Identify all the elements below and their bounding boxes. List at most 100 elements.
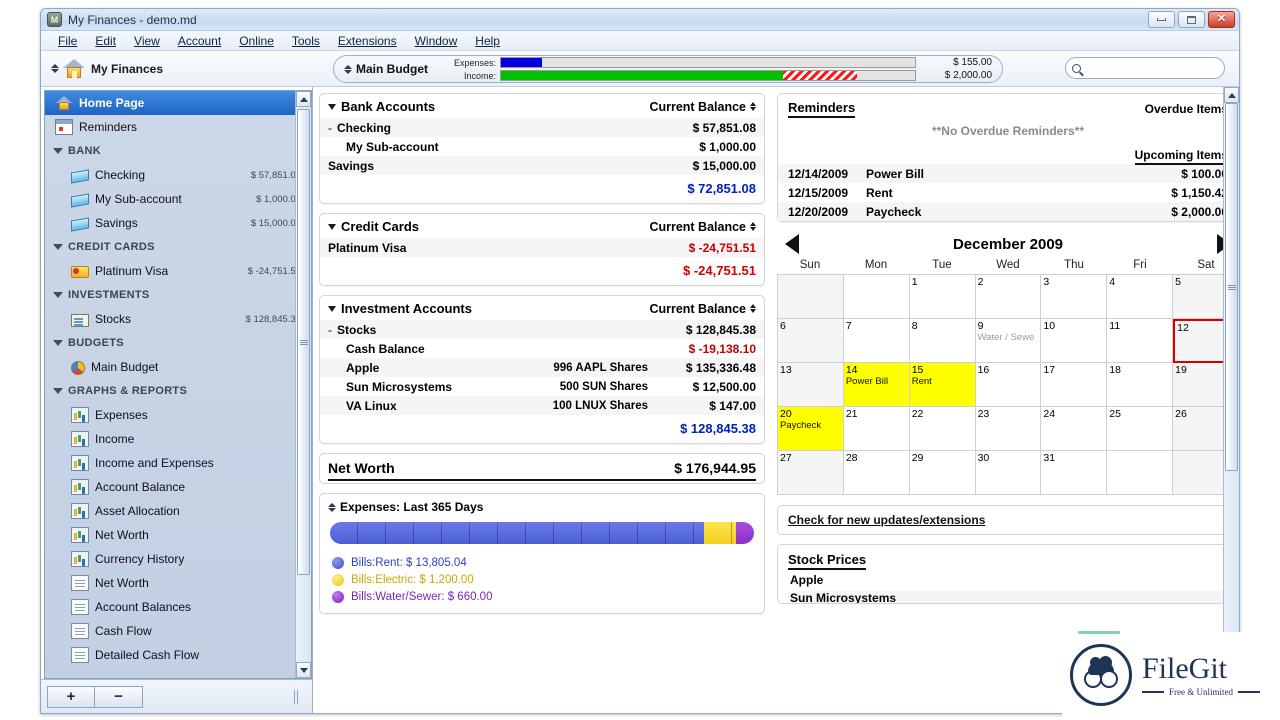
chart-spinner-icon[interactable]	[328, 503, 336, 512]
calendar-day-cell[interactable]: 13	[778, 363, 844, 407]
reminder-row[interactable]: 12/14/2009Power Bill$ 100.00	[778, 164, 1238, 183]
close-button[interactable]: ✕	[1208, 11, 1235, 28]
calendar-day-cell[interactable]	[844, 275, 910, 319]
menu-edit[interactable]: Edit	[86, 32, 125, 50]
check-updates-link[interactable]: Check for new updates/extensions	[788, 513, 985, 527]
credit-cards-column-header[interactable]: Current Balance	[649, 220, 756, 234]
sidebar-scroll-thumb[interactable]	[297, 109, 310, 575]
menu-extensions[interactable]: Extensions	[329, 32, 406, 50]
menu-window[interactable]: Window	[406, 32, 467, 50]
calendar-day-cell[interactable]: 24	[1041, 407, 1107, 451]
reminders-title[interactable]: Reminders	[788, 100, 855, 118]
collapse-marker[interactable]: -	[328, 323, 337, 337]
calendar-day-cell[interactable]: 27	[778, 451, 844, 495]
sidebar-item-credit-cards[interactable]: CREDIT CARDS	[45, 235, 311, 259]
chevron-down-icon[interactable]	[53, 388, 63, 394]
calendar-day-cell[interactable]: 30	[976, 451, 1042, 495]
sidebar-item-net-worth[interactable]: Net Worth	[45, 571, 311, 595]
chevron-down-icon[interactable]	[53, 292, 63, 298]
sidebar-item-detailed-cash-flow[interactable]: Detailed Cash Flow	[45, 643, 311, 667]
sidebar-scroll-down-button[interactable]	[296, 662, 311, 678]
calendar-day-cell[interactable]: 3	[1041, 275, 1107, 319]
calendar-event-label[interactable]: Paycheck	[780, 420, 841, 431]
table-row[interactable]: -Stocks$ 128,845.38	[320, 320, 764, 339]
resize-grip-icon[interactable]	[294, 690, 300, 704]
bank-accounts-column-header[interactable]: Current Balance	[649, 100, 756, 114]
toolbar-account-title[interactable]: My Finances	[91, 62, 163, 76]
budget-name-control[interactable]: Main Budget	[344, 62, 428, 76]
budget-spinner-icon[interactable]	[344, 65, 352, 74]
calendar-event-label[interactable]: Power Bill	[846, 376, 907, 387]
reminder-row[interactable]: 12/15/2009Rent$ 1,150.42	[778, 183, 1238, 202]
calendar-day-cell[interactable]: 14Power Bill	[844, 363, 910, 407]
collapse-triangle-icon[interactable]	[328, 104, 336, 110]
calendar-day-cell[interactable]: 23	[976, 407, 1042, 451]
expenses-chart-header[interactable]: Expenses: Last 365 Days	[320, 494, 764, 518]
minimize-button[interactable]	[1148, 11, 1175, 28]
investment-accounts-column-header[interactable]: Current Balance	[649, 302, 756, 316]
chart-segment[interactable]	[736, 522, 754, 544]
sidebar-scroll-track[interactable]	[296, 107, 311, 662]
sidebar-item-account-balance[interactable]: Account Balance	[45, 475, 311, 499]
sidebar-item-home-page[interactable]: Home Page	[45, 91, 311, 115]
menu-account[interactable]: Account	[169, 32, 230, 50]
calendar-day-cell[interactable]: 4	[1107, 275, 1173, 319]
calendar-event-label[interactable]: Water / Sewe	[978, 332, 1039, 343]
prev-arrow-icon[interactable]	[785, 234, 799, 254]
table-row[interactable]: Savings$ 15,000.00	[320, 156, 764, 175]
sidebar-item-expenses[interactable]: Expenses	[45, 403, 311, 427]
calendar-day-cell[interactable]: 9Water / Sewe	[976, 319, 1042, 363]
calendar-day-cell[interactable]: 15Rent	[910, 363, 976, 407]
calendar-day-cell[interactable]	[1107, 451, 1173, 495]
calendar-day-cell[interactable]: 17	[1041, 363, 1107, 407]
calendar-day-cell[interactable]	[778, 275, 844, 319]
collapse-triangle-icon[interactable]	[328, 224, 336, 230]
calendar-day-cell[interactable]: 25	[1107, 407, 1173, 451]
sidebar-item-bank[interactable]: BANK	[45, 139, 311, 163]
menu-help[interactable]: Help	[466, 32, 509, 50]
content-scroll-thumb[interactable]	[1225, 103, 1238, 471]
sidebar-item-my-sub-account[interactable]: My Sub-account$ 1,000.00	[45, 187, 311, 211]
table-row[interactable]: -Checking$ 57,851.08	[320, 118, 764, 137]
sort-arrows-icon[interactable]	[750, 102, 756, 111]
sidebar-item-checking[interactable]: Checking$ 57,851.08	[45, 163, 311, 187]
chevron-down-icon[interactable]	[53, 244, 63, 250]
sidebar-item-main-budget[interactable]: Main Budget	[45, 355, 311, 379]
budget-summary-widget[interactable]: Main Budget Expenses: $ 155.00 Income:	[333, 55, 1003, 83]
sidebar-item-cash-flow[interactable]: Cash Flow	[45, 619, 311, 643]
calendar-day-cell[interactable]: 29	[910, 451, 976, 495]
calendar-day-cell[interactable]: 18	[1107, 363, 1173, 407]
chevron-down-icon[interactable]	[53, 148, 63, 154]
maximize-button[interactable]	[1178, 11, 1205, 28]
table-row[interactable]: Cash Balance$ -19,138.10	[320, 339, 764, 358]
sidebar-item-investments[interactable]: INVESTMENTS	[45, 283, 311, 307]
content-scrollbar[interactable]	[1223, 87, 1239, 713]
table-row[interactable]: Platinum Visa$ -24,751.51	[320, 238, 764, 257]
calendar-day-cell[interactable]: 16	[976, 363, 1042, 407]
stock-row[interactable]: Apple	[788, 573, 1228, 591]
sidebar-item-stocks[interactable]: Stocks$ 128,845.38	[45, 307, 311, 331]
calendar-day-cell[interactable]: 21	[844, 407, 910, 451]
calendar-day-cell[interactable]: 20Paycheck	[778, 407, 844, 451]
collapse-triangle-icon[interactable]	[328, 306, 336, 312]
calendar-event-label[interactable]: Rent	[912, 376, 973, 387]
investment-accounts-header[interactable]: Investment Accounts Current Balance	[320, 296, 764, 320]
sidebar-scroll-up-button[interactable]	[296, 91, 311, 107]
sidebar-item-graphs-reports[interactable]: GRAPHS & REPORTS	[45, 379, 311, 403]
sort-arrows-icon[interactable]	[750, 222, 756, 231]
content-scroll-up-button[interactable]	[1224, 87, 1239, 103]
add-account-button[interactable]: +	[47, 686, 95, 708]
content-scrollbar-inner[interactable]	[1223, 87, 1239, 713]
sidebar-item-currency-history[interactable]: Currency History	[45, 547, 311, 571]
sidebar-scrollbar[interactable]	[295, 91, 311, 678]
calendar-day-cell[interactable]: 11	[1107, 319, 1173, 363]
calendar-day-cell[interactable]: 28	[844, 451, 910, 495]
sidebar-item-budgets[interactable]: BUDGETS	[45, 331, 311, 355]
calendar-day-cell[interactable]: 8	[910, 319, 976, 363]
menu-file[interactable]: File	[49, 32, 86, 50]
calendar-day-cell[interactable]: 10	[1041, 319, 1107, 363]
updown-spinner-icon[interactable]	[51, 64, 59, 73]
sidebar-item-income-and-expenses[interactable]: Income and Expenses	[45, 451, 311, 475]
search-input[interactable]	[1081, 62, 1228, 74]
menu-tools[interactable]: Tools	[283, 32, 329, 50]
